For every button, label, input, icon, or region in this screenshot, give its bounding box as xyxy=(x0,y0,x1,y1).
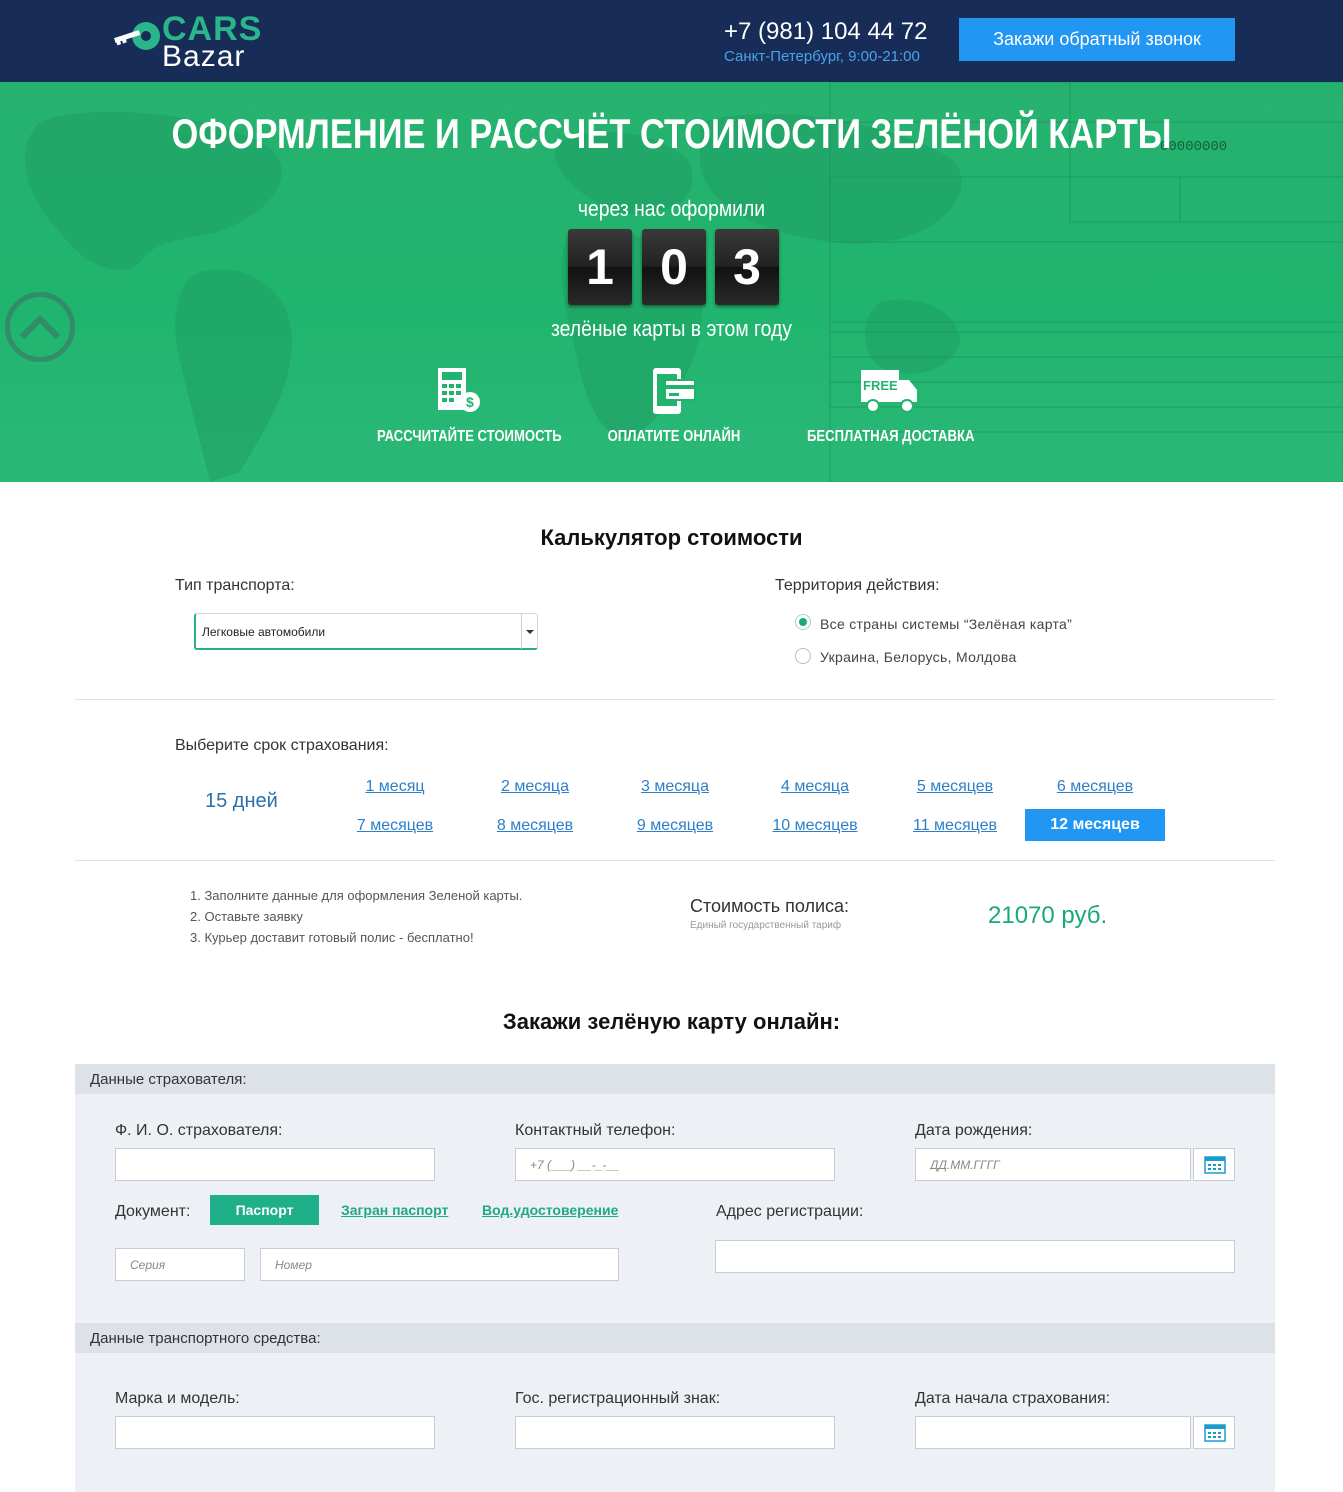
cost-label: Стоимость полиса: xyxy=(690,896,850,916)
cost-value: 21070 руб. xyxy=(988,902,1108,929)
make-model-label: Марка и модель: xyxy=(115,1390,240,1407)
phone-input[interactable] xyxy=(515,1148,835,1181)
insurer-section-header: Данные страхователя: xyxy=(75,1064,1275,1094)
logo-text-bazar: Bazar xyxy=(162,40,246,73)
step-item: 1. Заполните данные для оформления Зелен… xyxy=(190,888,523,903)
territory-option-ukraine[interactable]: Украина, Белорусь, Молдова xyxy=(820,649,1017,665)
term-3-months[interactable]: 3 месяца xyxy=(605,778,745,796)
feature-label: РАССЧИТАЙТЕ СТОИМОСТЬ xyxy=(377,428,562,445)
phone-label: Контактный телефон: xyxy=(515,1122,676,1139)
vehicle-section-title: Данные транспортного средства: xyxy=(90,1330,321,1347)
birth-date-input[interactable] xyxy=(915,1148,1191,1181)
divider xyxy=(75,860,1275,861)
callback-button[interactable]: Закажи обратный звонок xyxy=(959,18,1235,61)
feature-label: ОПЛАТИТЕ ОНЛАЙН xyxy=(607,428,741,445)
hero-title: ОФОРМЛЕНИЕ И РАССЧЁТ СТОИМОСТИ ЗЕЛЁНОЙ К… xyxy=(171,110,1172,157)
term-12-months[interactable]: 12 месяцев xyxy=(1025,809,1165,841)
divider xyxy=(75,699,1275,700)
term-5-months[interactable]: 5 месяцев xyxy=(885,778,1025,796)
scroll-up-button[interactable] xyxy=(5,292,75,362)
header-phone[interactable]: +7 (981) 104 44 72 xyxy=(724,18,928,46)
chevron-up-icon xyxy=(19,314,61,340)
page: CARS Bazar +7 (981) 104 44 72 Санкт-Пете… xyxy=(0,0,1343,1492)
cost-subtitle: Единый государственный тариф xyxy=(690,920,842,931)
calendar-icon xyxy=(1204,1156,1226,1174)
steps-list: 1. Заполните данные для оформления Зелен… xyxy=(190,885,522,948)
free-delivery-truck-icon: FREE xyxy=(861,370,917,413)
term-1-month[interactable]: 1 месяц xyxy=(325,778,465,796)
fio-label: Ф. И. О. страхователя: xyxy=(115,1122,283,1139)
step-item: 3. Курьер доставит готовый полис - беспл… xyxy=(190,930,474,945)
insurer-section-title: Данные страхователя: xyxy=(90,1071,247,1088)
counter-subtitle: зелёные карты в этом году xyxy=(551,316,792,341)
order-title: Закажи зелёную карту онлайн: xyxy=(502,1009,841,1034)
doc-number-input[interactable] xyxy=(260,1248,619,1281)
feature-free-delivery: FREE БЕСПЛАТНАЯ ДОСТАВКА xyxy=(789,366,989,446)
term-label: Выберите срок страхования: xyxy=(175,737,389,754)
term-15-days[interactable]: 15 дней xyxy=(205,790,278,813)
territory-radio-all[interactable] xyxy=(795,614,811,630)
counter-label: через нас оформили xyxy=(577,196,766,221)
doc-series-input[interactable] xyxy=(115,1248,245,1281)
step-item: 2. Оставьте заявку xyxy=(190,909,303,924)
card-payment-icon xyxy=(653,368,696,414)
term-11-months[interactable]: 11 месяцев xyxy=(885,817,1025,835)
term-6-months[interactable]: 6 месяцев xyxy=(1025,778,1165,796)
doc-license-link[interactable]: Вод.удостоверение xyxy=(482,1195,618,1225)
calendar-icon xyxy=(1204,1424,1226,1442)
feature-label: БЕСПЛАТНАЯ ДОСТАВКА xyxy=(807,428,975,445)
birth-date-calendar-button[interactable] xyxy=(1193,1148,1235,1181)
feature-pay-online: ОПЛАТИТЕ ОНЛАЙН xyxy=(574,366,774,446)
term-8-months[interactable]: 8 месяцев xyxy=(465,817,605,835)
term-7-months[interactable]: 7 месяцев xyxy=(325,817,465,835)
svg-text:$: $ xyxy=(466,394,474,410)
logo[interactable]: CARS Bazar xyxy=(110,10,261,73)
vehicle-type-select[interactable]: Легковые автомобили xyxy=(194,613,538,650)
vehicle-type-label: Тип транспорта: xyxy=(175,577,295,594)
calculator-title: Калькулятор стоимости xyxy=(540,525,803,550)
calculator-icon: $ xyxy=(438,368,480,412)
territory-radio-ukraine[interactable] xyxy=(795,648,811,664)
start-date-label: Дата начала страхования: xyxy=(915,1390,1111,1407)
header: CARS Bazar +7 (981) 104 44 72 Санкт-Пете… xyxy=(0,0,1343,82)
term-9-months[interactable]: 9 месяцев xyxy=(605,817,745,835)
term-10-months[interactable]: 10 месяцев xyxy=(745,817,885,835)
fio-input[interactable] xyxy=(115,1148,435,1181)
plate-input[interactable] xyxy=(515,1416,835,1449)
start-date-calendar-button[interactable] xyxy=(1193,1416,1235,1449)
start-date-input[interactable] xyxy=(915,1416,1191,1449)
vehicle-section-header: Данные транспортного средства: xyxy=(75,1323,1275,1353)
counter-digits: 1 0 3 xyxy=(568,229,780,305)
truck-badge: FREE xyxy=(863,378,898,393)
plate-label: Гос. регистрационный знак: xyxy=(515,1390,721,1407)
territory-label: Территория действия: xyxy=(775,577,940,594)
document-label: Документ: xyxy=(115,1203,191,1220)
counter-digit: 0 xyxy=(642,229,706,305)
hero-banner: 00000000 ОФОРМЛЕНИЕ И РАССЧЁТ СТОИМОСТИ … xyxy=(0,82,1343,482)
feature-calculate: $ РАССЧИТАЙТЕ СТОИМОСТЬ xyxy=(359,366,562,446)
doc-foreign-passport-link[interactable]: Загран паспорт xyxy=(341,1195,448,1225)
vehicle-type-value: Легковые автомобили xyxy=(202,625,326,639)
car-key-icon xyxy=(114,22,160,50)
term-2-months[interactable]: 2 месяца xyxy=(465,778,605,796)
chevron-down-icon xyxy=(521,614,537,649)
term-4-months[interactable]: 4 месяца xyxy=(745,778,885,796)
counter-digit: 3 xyxy=(715,229,779,305)
territory-option-all[interactable]: Все страны системы “Зелёная карта” xyxy=(820,616,1072,632)
address-input[interactable] xyxy=(715,1240,1235,1273)
birth-date-label: Дата рождения: xyxy=(915,1122,1033,1139)
doc-passport-button[interactable]: Паспорт xyxy=(210,1195,319,1225)
make-model-input[interactable] xyxy=(115,1416,435,1449)
address-label: Адрес регистрации: xyxy=(716,1203,864,1220)
header-hours: Санкт-Петербург, 9:00-21:00 xyxy=(724,48,920,65)
counter-digit: 1 xyxy=(568,229,632,305)
